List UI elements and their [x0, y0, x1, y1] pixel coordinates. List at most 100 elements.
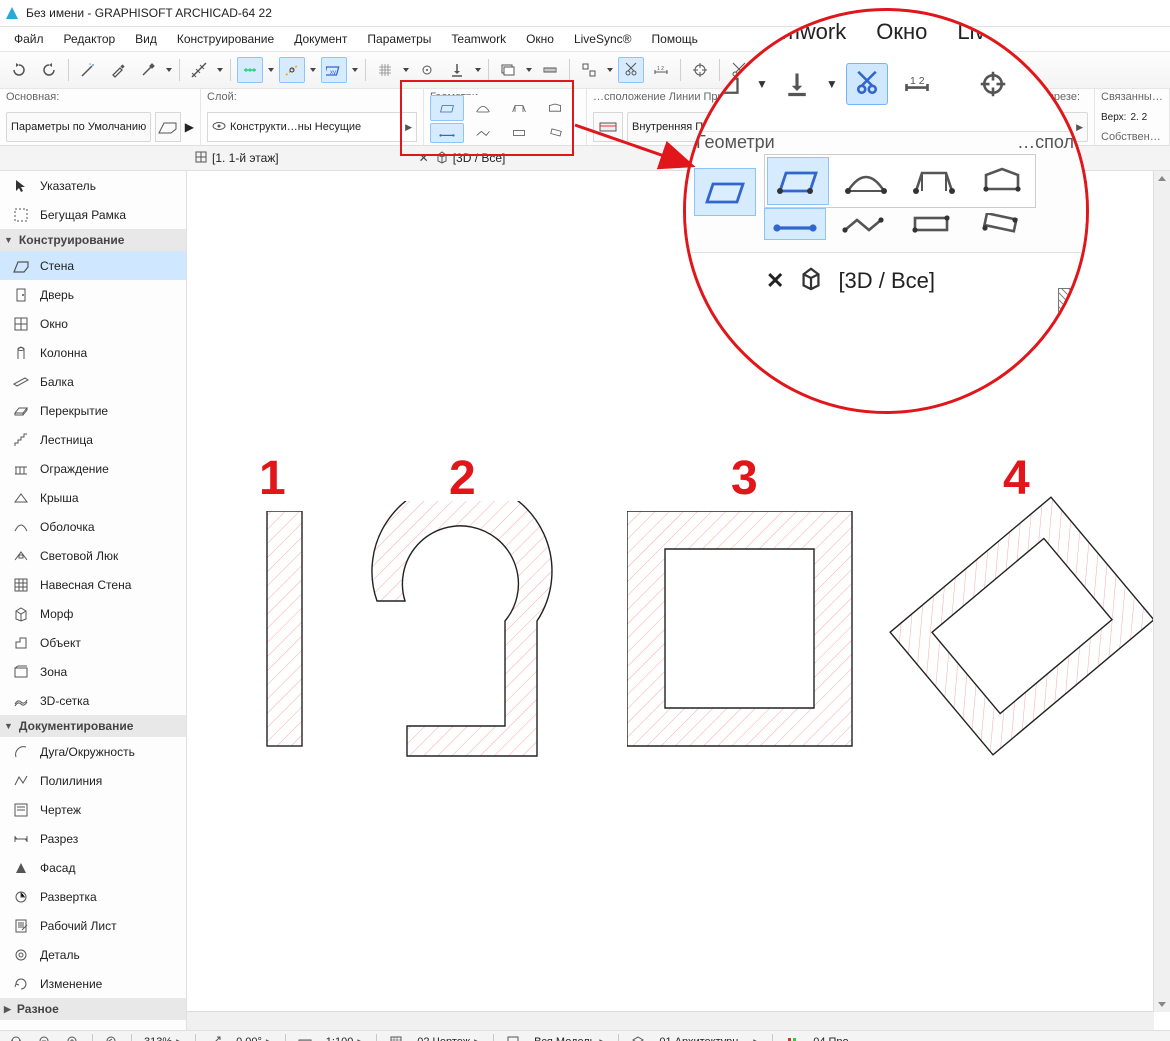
geom-straight-button[interactable] [430, 95, 464, 121]
caret[interactable] [216, 67, 224, 73]
default-params-button[interactable]: Параметры по Умолчанию [6, 112, 151, 142]
scroll-up-icon[interactable] [1156, 173, 1168, 185]
caret[interactable] [525, 67, 533, 73]
caret[interactable] [402, 67, 410, 73]
group-misc[interactable]: ▶ Разное [0, 998, 186, 1020]
caret[interactable] [351, 67, 359, 73]
ruler-button[interactable] [186, 57, 212, 83]
tool-window[interactable]: Окно [0, 309, 186, 338]
tool-arrow[interactable]: Указатель [0, 171, 186, 200]
tool-detail[interactable]: Деталь [0, 940, 186, 969]
tool-marquee[interactable]: Бегущая Рамка [0, 200, 186, 229]
gravity-button[interactable] [444, 57, 470, 83]
tool-stair[interactable]: Лестница [0, 425, 186, 454]
suspend-group-button[interactable] [576, 57, 602, 83]
layer-button[interactable] [495, 57, 521, 83]
trim-button[interactable] [618, 57, 644, 83]
caret[interactable] [267, 67, 275, 73]
geom-rect-button[interactable] [502, 123, 536, 143]
redo-button[interactable] [36, 57, 62, 83]
rotation-angle[interactable]: 0,00°▶ [230, 1033, 279, 1041]
menu-file[interactable]: Файл [6, 29, 52, 49]
tool-mesh[interactable]: 3D-сетка [0, 686, 186, 715]
zoom-percent[interactable]: 313%▶ [138, 1033, 189, 1041]
chevron-right-icon[interactable]: ▶ [185, 120, 194, 134]
menu-teamwork[interactable]: Teamwork [443, 29, 514, 49]
tool-section[interactable]: Разрез [0, 824, 186, 853]
svg-text:1 2: 1 2 [657, 66, 664, 72]
model-combo[interactable]: Вся Модель▶ [528, 1033, 612, 1041]
tool-zone[interactable]: Зона [0, 657, 186, 686]
menu-editor[interactable]: Редактор [56, 29, 124, 49]
drawing-combo[interactable]: 02 Чертеж▶ [411, 1033, 487, 1041]
syringe-button[interactable] [135, 57, 161, 83]
geom-curved-button[interactable] [466, 95, 500, 121]
toolbar-sep [365, 59, 366, 81]
caret[interactable] [474, 67, 482, 73]
element-snap-button[interactable] [414, 57, 440, 83]
caret[interactable] [606, 67, 614, 73]
group-design[interactable]: ▼ Конструирование [0, 229, 186, 251]
tool-slab[interactable]: Перекрытие [0, 396, 186, 425]
penset-combo[interactable]: 04 Про [807, 1033, 854, 1041]
mag-geom-chain [832, 208, 894, 240]
sb-sep [131, 1034, 132, 1041]
geom-polygon-button[interactable] [538, 95, 572, 121]
tool-wall[interactable]: Стена [0, 251, 186, 280]
eyedropper-button[interactable] [105, 57, 131, 83]
tab-floorplan[interactable]: [1. 1-й этаж] [188, 148, 285, 169]
tool-worksheet[interactable]: Рабочий Лист [0, 911, 186, 940]
scale-value[interactable]: 1:100▶ [320, 1033, 370, 1041]
tab-3d[interactable]: ✕ [3D / Все] [411, 148, 512, 169]
tool-skylight[interactable]: Световой Люк [0, 541, 186, 570]
menu-view[interactable]: Вид [127, 29, 165, 49]
caret[interactable] [309, 67, 317, 73]
grid-snap-button[interactable] [372, 57, 398, 83]
geom-chain-button[interactable] [466, 123, 500, 143]
menu-window[interactable]: Окно [518, 29, 562, 49]
magic-wand-button[interactable] [75, 57, 101, 83]
measure-button[interactable] [537, 57, 563, 83]
tool-curtainwall[interactable]: Навесная Стена [0, 570, 186, 599]
zoom-previous-button[interactable] [99, 1033, 125, 1041]
geom-trapezoid-button[interactable] [502, 95, 536, 121]
close-icon[interactable]: ✕ [417, 151, 431, 165]
scroll-down-icon[interactable] [1156, 998, 1168, 1010]
dimension-button[interactable]: 1 2 [648, 57, 674, 83]
wall-preview-icon[interactable] [155, 112, 181, 142]
layer-combo[interactable]: Конструкти…ны Несущие ▶ [207, 112, 417, 142]
snap-guide-button[interactable] [279, 57, 305, 83]
tool-roof[interactable]: Крыша [0, 483, 186, 512]
tool-elevation[interactable]: Фасад [0, 853, 186, 882]
zoom-fit-button[interactable] [4, 1033, 30, 1041]
tool-change[interactable]: Изменение [0, 969, 186, 998]
group-document[interactable]: ▼ Документирование [0, 715, 186, 737]
tool-polyline[interactable]: Полилиния [0, 766, 186, 795]
menu-options[interactable]: Параметры [359, 29, 439, 49]
coord-plane-button[interactable]: xy [321, 57, 347, 83]
tool-column[interactable]: Колонна [0, 338, 186, 367]
geom-rotated-rect-button[interactable] [538, 123, 572, 143]
tool-railing[interactable]: Ограждение [0, 454, 186, 483]
menu-document[interactable]: Документ [286, 29, 355, 49]
horizontal-scrollbar[interactable] [187, 1011, 1154, 1030]
tool-object[interactable]: Объект [0, 628, 186, 657]
tool-arc[interactable]: Дуга/Окружность [0, 737, 186, 766]
tool-door[interactable]: Дверь [0, 280, 186, 309]
tool-beam[interactable]: Балка [0, 367, 186, 396]
geom-single-button[interactable] [430, 123, 464, 143]
layerset-combo[interactable]: 01 Архитектурн…▶ [653, 1033, 766, 1041]
tool-interior-elevation[interactable]: Развертка [0, 882, 186, 911]
undo-button[interactable] [6, 57, 32, 83]
ref-line-icon[interactable] [593, 112, 623, 142]
caret[interactable] [165, 67, 173, 73]
tool-drawing[interactable]: Чертеж [0, 795, 186, 824]
vertical-scrollbar[interactable] [1153, 171, 1170, 1012]
zoom-out-button[interactable] [32, 1033, 58, 1041]
menu-livesync[interactable]: LiveSync® [566, 29, 640, 49]
tool-morph[interactable]: Морф [0, 599, 186, 628]
tool-shell[interactable]: Оболочка [0, 512, 186, 541]
guideline-button[interactable] [237, 57, 263, 83]
zoom-in-button[interactable] [60, 1033, 86, 1041]
menu-design[interactable]: Конструирование [169, 29, 282, 49]
